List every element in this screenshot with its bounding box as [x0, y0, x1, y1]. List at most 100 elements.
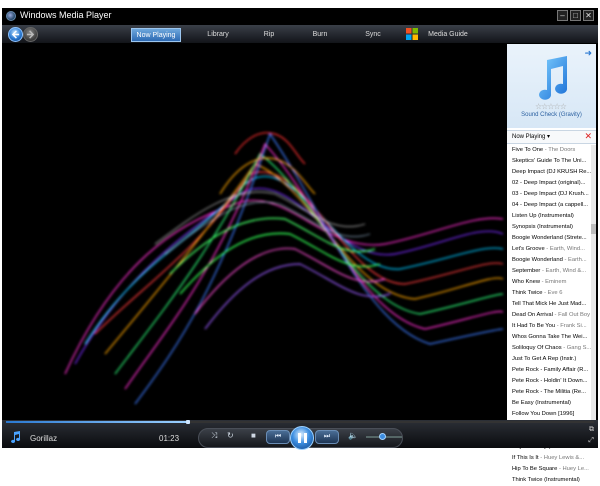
- track-title: Boogie Wonderland: [512, 257, 563, 263]
- playlist-item[interactable]: Tell That Mick He Just Mad...: [507, 299, 591, 310]
- playlist-item[interactable]: Think Twice (Instrumental): [507, 475, 591, 486]
- track-artist: - Eve 6: [542, 290, 563, 296]
- forward-arrow-icon: [26, 30, 35, 39]
- track-title: September: [512, 268, 541, 274]
- playlist-header: Now Playing ▾ ✕: [507, 130, 596, 144]
- playback-controls: Gorillaz 01:23 ⤨ ↻ ■ ⏮ ⏭ 🔈 ⧉ ⤢: [2, 420, 598, 450]
- fullscreen-icon[interactable]: ⤢: [588, 437, 594, 445]
- playlist-item[interactable]: Pete Rock - The Militia (Re...: [507, 387, 591, 398]
- track-title: Synopsis (Instrumental): [512, 224, 573, 230]
- visualization-image: [64, 132, 504, 405]
- track-title: Soliloquy Of Chaos: [512, 345, 562, 351]
- playlist-item[interactable]: Deep Impact (DJ KRUSH Re...: [507, 167, 591, 178]
- playlist-item[interactable]: Think Twice - Eve 6: [507, 288, 591, 299]
- wmp-app-icon[interactable]: [6, 11, 16, 21]
- track-title: Follow You Down [1996]: [512, 411, 575, 417]
- album-info: ➜ ☆☆☆☆☆ Sound Check (Gravity): [507, 44, 596, 128]
- track-title: Hip To Be Square: [512, 466, 558, 472]
- music-note-small-icon: [11, 431, 21, 443]
- playlist-label[interactable]: Now Playing ▾: [512, 133, 550, 140]
- rating-stars[interactable]: ☆☆☆☆☆: [535, 102, 567, 111]
- track-artist: - Earth...: [562, 257, 587, 263]
- playlist-item[interactable]: Dead On Arrival - Fall Out Boy: [507, 310, 591, 321]
- previous-button[interactable]: ⏮: [266, 430, 290, 444]
- track-title: Five To One: [512, 147, 544, 153]
- track-title: Pete Rock - Holdin' It Down...: [512, 378, 588, 384]
- tab-burn[interactable]: Burn: [307, 28, 333, 42]
- minimize-button[interactable]: –: [557, 10, 568, 21]
- playlist-item[interactable]: Who Knew - Eminem: [507, 277, 591, 288]
- back-button[interactable]: [8, 27, 23, 42]
- playlist-item[interactable]: Follow You Down [1996]: [507, 409, 591, 420]
- mini-mode-icon[interactable]: ⧉: [589, 426, 594, 434]
- track-title: Dead On Arrival: [512, 312, 553, 318]
- playlist-item[interactable]: 03 - Deep Impact (DJ Krush...: [507, 189, 591, 200]
- track-title: 03 - Deep Impact (DJ Krush...: [512, 191, 589, 197]
- playlist-item[interactable]: Whos Gonna Take The Wei...: [507, 332, 591, 343]
- music-note-icon: [539, 56, 568, 100]
- playlist-item[interactable]: Let's Groove - Earth, Wind...: [507, 244, 591, 255]
- track-artist: - The Doors: [543, 147, 576, 153]
- playlist-item[interactable]: Boogie Wonderland - Earth...: [507, 255, 591, 266]
- track-title: Boogie Wonderland (Strete...: [512, 235, 587, 241]
- clear-list-icon[interactable]: ✕: [584, 131, 592, 142]
- playlist-scrollbar[interactable]: [591, 145, 596, 420]
- track-title: Be Easy (Instrumental): [512, 400, 571, 406]
- close-button[interactable]: ✕: [583, 10, 594, 21]
- maximize-button[interactable]: □: [570, 10, 581, 21]
- playlist-item[interactable]: Pete Rock - Family Affair (R...: [507, 365, 591, 376]
- track-artist: - Earth, Wind...: [544, 246, 585, 252]
- track-title: Just To Get A Rep (Instr.): [512, 356, 577, 362]
- track-title: It Had To Be You: [512, 323, 556, 329]
- tab-library[interactable]: Library: [198, 28, 238, 42]
- playlist-item[interactable]: Soliloquy Of Chaos - Gang S...: [507, 343, 591, 354]
- playlist-item[interactable]: Synopsis (Instrumental): [507, 222, 591, 233]
- track-artist: - Frank Si...: [555, 323, 587, 329]
- windows-logo-icon: [406, 28, 418, 40]
- forward-button[interactable]: [23, 27, 38, 42]
- playlist-item[interactable]: If This Is It - Huey Lewis &...: [507, 453, 591, 464]
- album-title[interactable]: Sound Check (Gravity): [507, 112, 596, 118]
- stop-icon[interactable]: ■: [251, 431, 256, 440]
- pause-button[interactable]: [290, 426, 314, 450]
- mute-icon[interactable]: 🔈: [348, 431, 358, 440]
- tab-rip[interactable]: Rip: [257, 28, 281, 42]
- scrollbar-thumb[interactable]: [591, 224, 596, 234]
- playlist-item[interactable]: Five To One - The Doors: [507, 145, 591, 156]
- wmp-window: Windows Media Player – □ ✕ Now Playing L…: [2, 8, 598, 483]
- track-title: Skeptics' Guide To The Uni...: [512, 158, 587, 164]
- playlist-item[interactable]: 04 - Deep Impact (a cappell...: [507, 200, 591, 211]
- title-bar: Windows Media Player – □ ✕: [2, 8, 598, 24]
- playlist-item[interactable]: Just To Get A Rep (Instr.): [507, 354, 591, 365]
- repeat-icon[interactable]: ↻: [227, 431, 234, 440]
- visualization-area[interactable]: [5, 44, 505, 420]
- track-title: Tell That Mick He Just Mad...: [512, 301, 587, 307]
- playlist-item[interactable]: 02 - Deep Impact (original)...: [507, 178, 591, 189]
- shuffle-icon[interactable]: ⤨: [211, 431, 217, 441]
- track-artist: - Fall Out Boy: [552, 312, 590, 318]
- track-title: Think Twice: [512, 290, 543, 296]
- track-title: Who Knew: [512, 279, 541, 285]
- playlist-item[interactable]: September - Earth, Wind &...: [507, 266, 591, 277]
- playlist-item[interactable]: Skeptics' Guide To The Uni...: [507, 156, 591, 167]
- seek-handle[interactable]: [186, 420, 191, 424]
- playlist-item[interactable]: Listen Up (Instrumental): [507, 211, 591, 222]
- seek-progress: [6, 421, 189, 423]
- tab-sync[interactable]: Sync: [360, 28, 386, 42]
- volume-slider[interactable]: [366, 433, 402, 440]
- playlist-item[interactable]: It Had To Be You - Frank Si...: [507, 321, 591, 332]
- playlist-item[interactable]: Pete Rock - Holdin' It Down...: [507, 376, 591, 387]
- pause-icon: [298, 433, 301, 443]
- tab-now-playing[interactable]: Now Playing: [131, 28, 181, 42]
- tab-media-guide[interactable]: Media Guide: [426, 28, 470, 42]
- track-title: Deep Impact (DJ KRUSH Re...: [512, 169, 591, 175]
- next-button[interactable]: ⏭: [315, 430, 339, 444]
- track-title: 02 - Deep Impact (original)...: [512, 180, 586, 186]
- current-artist: Gorillaz: [30, 434, 58, 443]
- seek-bar[interactable]: [6, 420, 594, 424]
- playlist-item[interactable]: Boogie Wonderland (Strete...: [507, 233, 591, 244]
- playlist-item[interactable]: Be Easy (Instrumental): [507, 398, 591, 409]
- track-artist: - Earth, Wind &...: [540, 268, 587, 274]
- panel-arrow-icon[interactable]: ➜: [584, 48, 592, 59]
- track-title: Let's Groove: [512, 246, 545, 252]
